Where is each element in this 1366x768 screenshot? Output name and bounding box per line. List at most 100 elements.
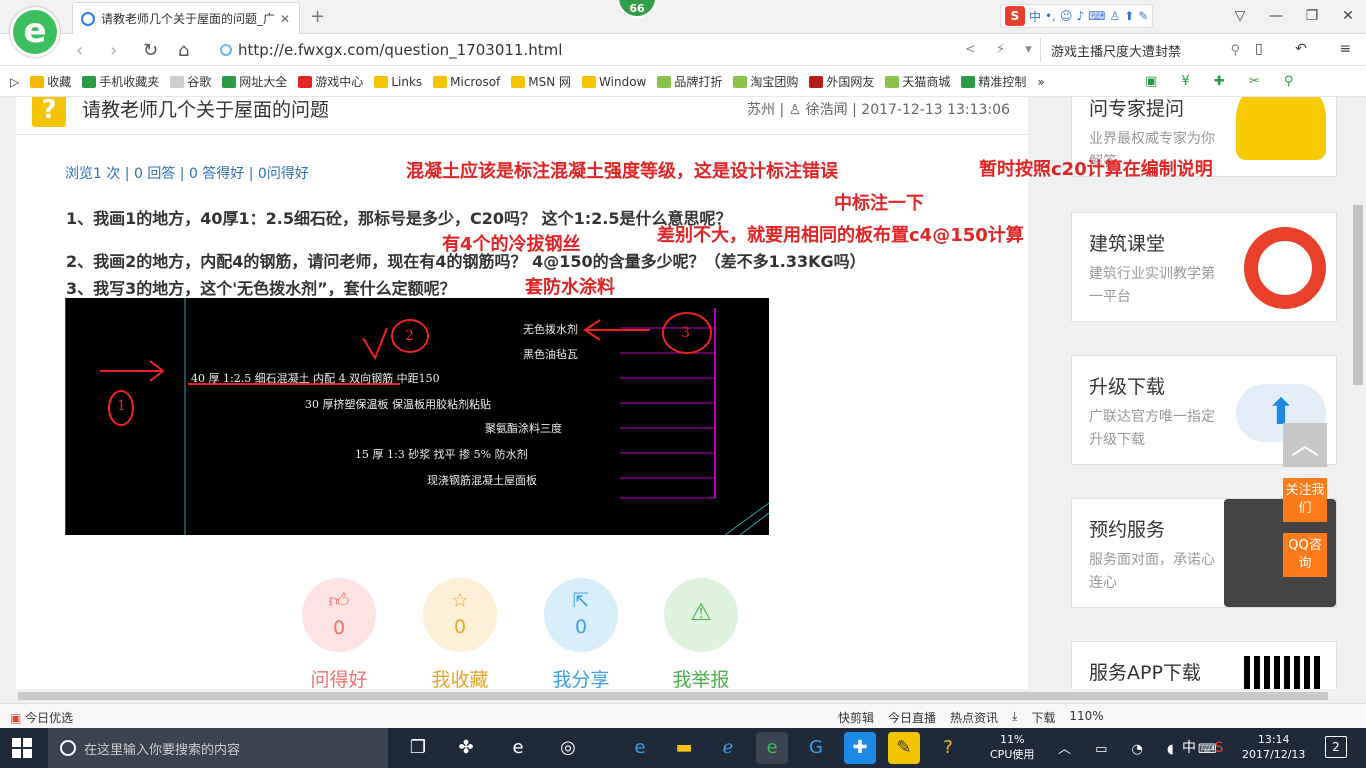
glodon-icon[interactable]: G <box>800 732 832 764</box>
back-button[interactable]: ‹ <box>76 40 83 61</box>
ime-emoji-icon[interactable]: ☺ <box>1060 9 1073 23</box>
app-icon-1[interactable]: ✤ <box>450 732 482 764</box>
bookmark-item[interactable]: 天猫商城 <box>885 73 950 90</box>
bookmarks-more[interactable]: » <box>1037 75 1044 89</box>
bookmark-item[interactable]: 手机收藏夹 <box>82 73 159 90</box>
url-text[interactable]: http://e.fwxgx.com/question_1703011.html <box>238 41 562 59</box>
system-tray-icons[interactable]: ︿ ▭ ◔ ◖ ⌨ <box>1058 738 1227 757</box>
ime-punct[interactable]: •, <box>1045 9 1056 23</box>
back-to-top-button[interactable]: ︿ <box>1283 423 1327 467</box>
ime-tools-icon[interactable]: ✎ <box>1138 9 1148 23</box>
hot-news-link[interactable]: 热点资讯 <box>950 709 998 726</box>
taskbar-search-placeholder[interactable]: 在这里输入你要搜索的内容 <box>84 739 240 758</box>
close-tab-icon[interactable]: ✕ <box>277 12 293 26</box>
clock-time: 13:14 <box>1257 733 1290 746</box>
ime-indicator[interactable]: 中 <box>1178 732 1200 764</box>
close-window-button[interactable]: ✕ <box>1330 8 1366 24</box>
share-label[interactable]: 我分享 <box>531 665 631 689</box>
ime-keyboard-icon[interactable]: ⌨ <box>1088 9 1105 23</box>
today-live-link[interactable]: 今日直播 <box>888 709 936 726</box>
scroll-thumb[interactable] <box>18 692 1328 700</box>
download-icon[interactable]: ⤓ <box>1012 709 1017 726</box>
like-label[interactable]: 问得好 <box>289 665 389 689</box>
taskbar-search[interactable]: 在这里输入你要搜索的内容 <box>48 728 388 768</box>
favorite-label[interactable]: 我收藏 <box>410 665 510 689</box>
classroom-card[interactable]: 建筑课堂 建筑行业实训教学第一平台 <box>1071 212 1337 322</box>
today-picks[interactable]: ▣ 今日优选 <box>10 709 73 726</box>
search-text[interactable]: 游戏主播尺度大遭封禁 <box>1051 41 1230 60</box>
like-button[interactable]: 👍︎ 0 <box>302 578 376 652</box>
page-content: ? 请教老师几个关于屋面的问题 苏州 | ♙ 徐浩闻 | 2017-12-13 … <box>0 97 1350 689</box>
ie-browser-icon[interactable]: ℯ <box>712 732 744 764</box>
report-label[interactable]: 我举报 <box>651 665 751 689</box>
search-icon[interactable]: ⚲ <box>1230 43 1240 58</box>
clock[interactable]: 13:14 2017/12/13 <box>1242 732 1305 762</box>
bookmark-item[interactable]: 谷歌 <box>170 73 211 90</box>
sogou-tray-icon[interactable]: S <box>1208 732 1230 764</box>
app-icon-2[interactable]: ◎ <box>552 732 584 764</box>
restore-button[interactable]: ❐ <box>1294 8 1330 24</box>
ime-lang[interactable]: 中 <box>1029 8 1041 25</box>
leaf-icon <box>657 75 672 88</box>
scroll-thumb[interactable] <box>1353 205 1363 385</box>
bookmark-item[interactable]: 收藏 <box>30 73 71 90</box>
edge-icon[interactable]: e <box>624 732 656 764</box>
share-button[interactable]: ⇱ 0 <box>544 578 618 652</box>
bookmark-item[interactable]: 精准控制 <box>961 73 1026 90</box>
annotation-6: 套防水涂料 <box>525 277 615 298</box>
home-button[interactable]: ⌂ <box>178 40 189 61</box>
refresh-button[interactable]: ↻ <box>143 40 158 61</box>
report-button[interactable]: ⚠ <box>664 578 738 652</box>
bookmark-item[interactable]: Window <box>582 75 646 89</box>
windows-start-icon[interactable] <box>12 738 32 758</box>
question-location[interactable]: 苏州 <box>747 102 775 118</box>
url-field[interactable]: http://e.fwxgx.com/question_1703011.html <box>220 38 1030 62</box>
app-icon-3[interactable]: ✚ <box>844 732 876 764</box>
quick-edit-link[interactable]: 快剪辑 <box>838 709 874 726</box>
share-icon[interactable]: < ⚡ ▾ <box>965 42 1040 57</box>
sogou-icon[interactable]: S <box>1005 6 1025 26</box>
task-view-icon[interactable]: ❐ <box>402 732 434 764</box>
app-download-card[interactable]: 服务APP下载 <box>1071 641 1337 689</box>
help-icon[interactable]: ? <box>932 732 964 764</box>
bookmark-item[interactable]: Microsof <box>433 75 500 89</box>
notification-badge[interactable]: 66 <box>617 0 657 18</box>
new-tab-button[interactable]: + <box>310 6 325 27</box>
classroom-logo-icon <box>1244 227 1326 309</box>
cpu-usage[interactable]: 11% CPU使用 <box>990 732 1034 762</box>
horizontal-scrollbar[interactable] <box>0 689 1366 703</box>
bookmark-item[interactable]: MSN 网 <box>511 73 571 90</box>
notes-icon[interactable]: ✎ <box>888 732 920 764</box>
browser-logo[interactable]: e <box>10 7 60 57</box>
sidebar-toggle-icon[interactable]: ▷ <box>10 75 19 89</box>
ime-mic-icon[interactable]: ♪ <box>1076 9 1084 23</box>
download-link[interactable]: 下载 <box>1031 709 1055 726</box>
qq-consult-button[interactable]: QQ咨询 <box>1283 533 1327 577</box>
bookmark-item[interactable]: 游戏中心 <box>298 73 363 90</box>
zoom-level[interactable]: 110% <box>1069 709 1103 726</box>
ime-shirt-icon[interactable]: ⬆ <box>1124 9 1134 23</box>
bookmark-item[interactable]: 外国网友 <box>809 73 874 90</box>
vertical-scrollbar[interactable] <box>1350 97 1366 689</box>
ie-taskbar-icon[interactable]: e <box>502 732 534 764</box>
favorite-button[interactable]: ☆ 0 <box>423 578 497 652</box>
notification-center-icon[interactable]: 2 <box>1325 736 1347 758</box>
bookmark-item[interactable]: 淘宝团购 <box>733 73 798 90</box>
browser-tab[interactable]: 请教老师几个关于屋面的问题_广 ✕ <box>72 2 300 34</box>
cad-drawing-image[interactable]: 无色拨水剂 黑色油毡瓦 40 厚 1:2.5 细石混凝土 内配 4 双向钢筋 中… <box>65 298 769 535</box>
bookmark-item[interactable]: 网址大全 <box>222 73 287 90</box>
search-box[interactable]: 游戏主播尺度大遭封禁 ⚲ <box>1040 38 1240 62</box>
question-author[interactable]: 徐浩闻 <box>806 102 848 118</box>
bookmark-item[interactable]: Links <box>374 75 422 89</box>
minimize-button[interactable]: — <box>1258 8 1294 24</box>
sogou-ime-toolbar[interactable]: S 中 •, ☺ ♪ ⌨ ♙ ⬆ ✎ <box>1000 4 1154 28</box>
toolbar-right-icons[interactable]: ▯ ↶ ≡ <box>1255 41 1365 57</box>
follow-us-button[interactable]: 关注我们 <box>1283 478 1327 522</box>
bookmark-item[interactable]: 品牌打折 <box>657 73 722 90</box>
e-browser-icon[interactable]: e <box>756 732 788 764</box>
file-explorer-icon[interactable]: ▬ <box>668 732 700 764</box>
ime-user-icon[interactable]: ♙ <box>1109 9 1120 23</box>
shirt-skin-icon[interactable]: ▽ <box>1222 8 1258 24</box>
forward-button[interactable]: › <box>110 40 117 61</box>
extension-icons[interactable]: ▣ ¥ ✚ ✂ ⚲ <box>1145 74 1303 89</box>
